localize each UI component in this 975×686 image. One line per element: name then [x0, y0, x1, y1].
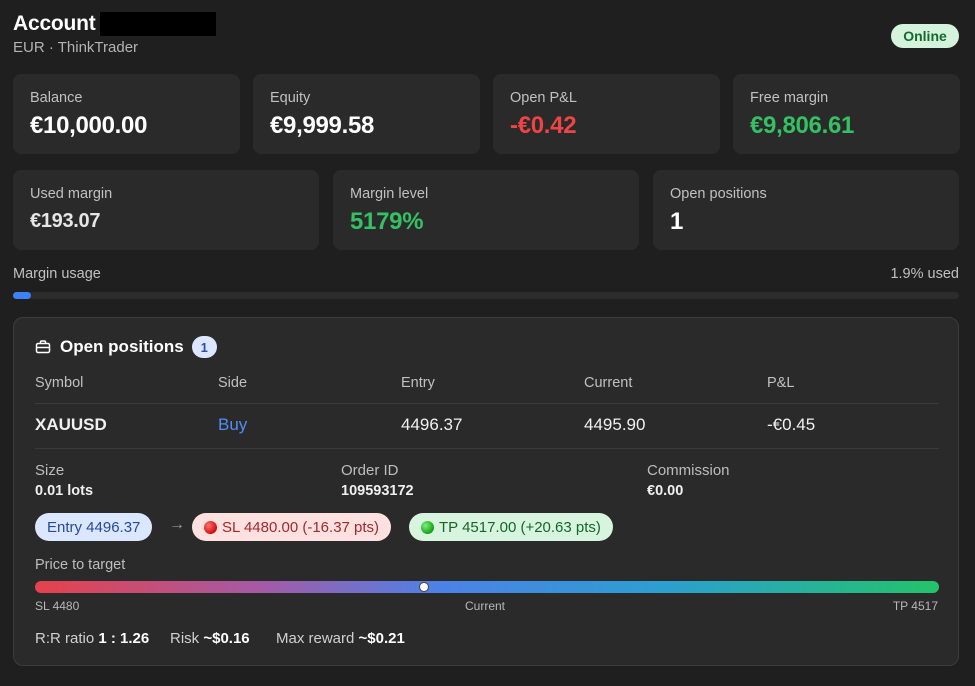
sl-tick-label: SL 4480	[35, 599, 80, 613]
current-tick-label: Current	[465, 599, 506, 613]
margin-level-value: 5179%	[350, 208, 424, 235]
commission-value: €0.00	[647, 483, 684, 499]
used-margin-label: Used margin	[30, 186, 113, 202]
open-positions-panel: Open positions 1 Symbol Side Entry Curre…	[13, 317, 959, 666]
column-header-current: Current	[584, 375, 633, 391]
column-header-symbol: Symbol	[35, 375, 84, 391]
positions-title: Open positions	[60, 337, 184, 356]
rr-ratio-label: R:R ratio	[35, 630, 95, 647]
open-pl-label: Open P&L	[510, 90, 577, 106]
cell-pl: -€0.45	[767, 415, 816, 434]
positions-header: Open positions 1	[35, 336, 217, 358]
rr-ratio: R:R ratio 1 : 1.26	[35, 630, 149, 647]
account-header: Account EUR · ThinkTrader	[13, 12, 216, 56]
redacted-account-id	[99, 12, 216, 36]
size-label: Size	[35, 462, 65, 479]
margin-usage-bar	[13, 292, 959, 299]
open-pl-card: Open P&L -€0.42	[493, 74, 720, 154]
balance-card: Balance €10,000.00	[13, 74, 240, 154]
stop-loss-label: SL 4480.00 (-16.37 pts)	[222, 518, 380, 536]
commission-label: Commission	[647, 462, 730, 479]
table-divider	[35, 448, 939, 449]
table-divider	[35, 403, 939, 404]
margin-usage-fill	[13, 292, 31, 299]
free-margin-label: Free margin	[750, 90, 829, 106]
risk-label: Risk	[170, 630, 200, 647]
open-positions-card: Open positions 1	[653, 170, 959, 250]
briefcase-icon	[35, 340, 51, 354]
tp-tick-label: TP 4517	[892, 599, 938, 613]
green-circle-icon	[421, 520, 434, 534]
open-pl-value: -€0.42	[510, 112, 577, 139]
price-to-target-bar	[35, 581, 939, 593]
equity-value: €9,999.58	[270, 112, 375, 139]
current-price-marker	[418, 582, 429, 592]
rr-ratio-value: 1 : 1.26	[98, 630, 150, 647]
take-profit-label: TP 4517.00 (+20.63 pts)	[439, 518, 601, 536]
page-title: Account	[13, 12, 96, 35]
used-margin-value: €193.07	[30, 210, 101, 232]
equity-card: Equity €9,999.58	[253, 74, 480, 154]
balance-label: Balance	[30, 90, 83, 106]
margin-usage-percent: 1.9% used	[890, 266, 959, 282]
risk: Risk ~$0.16	[170, 630, 250, 647]
arrow-right-icon: →	[169, 516, 185, 533]
take-profit-pill: TP 4517.00 (+20.63 pts)	[409, 513, 613, 541]
open-positions-value: 1	[670, 208, 684, 235]
positions-count-badge: 1	[191, 336, 217, 358]
red-circle-icon	[204, 520, 217, 534]
risk-value: ~$0.16	[203, 630, 250, 647]
open-positions-label: Open positions	[670, 186, 767, 202]
max-reward: Max reward ~$0.21	[276, 630, 405, 647]
order-id-value: 109593172	[341, 483, 414, 499]
column-header-side: Side	[218, 375, 248, 391]
cell-entry: 4496.37	[401, 415, 463, 434]
margin-usage-label: Margin usage	[13, 266, 101, 282]
cell-symbol: XAUUSD	[35, 415, 107, 434]
column-header-pl: P&L	[767, 375, 795, 391]
balance-value: €10,000.00	[30, 112, 148, 139]
entry-pill: Entry 4496.37	[35, 513, 153, 541]
cell-current: 4495.90	[584, 415, 646, 434]
order-id-label: Order ID	[341, 462, 399, 479]
used-margin-card: Used margin €193.07	[13, 170, 319, 250]
account-subtitle: EUR · ThinkTrader	[13, 39, 139, 56]
entry-pill-label: Entry 4496.37	[47, 518, 141, 536]
column-header-entry: Entry	[401, 375, 435, 391]
equity-label: Equity	[270, 90, 311, 106]
free-margin-card: Free margin €9,806.61	[733, 74, 960, 154]
max-reward-value: ~$0.21	[358, 630, 405, 647]
stop-loss-pill: SL 4480.00 (-16.37 pts)	[192, 513, 392, 541]
margin-level-card: Margin level 5179%	[333, 170, 639, 250]
size-value: 0.01 lots	[35, 483, 94, 499]
free-margin-value: €9,806.61	[750, 112, 855, 139]
max-reward-label: Max reward	[276, 630, 355, 647]
cell-side: Buy	[218, 415, 248, 434]
status-badge: Online	[891, 24, 959, 48]
price-to-target-label: Price to target	[35, 557, 126, 573]
margin-level-label: Margin level	[350, 186, 429, 202]
